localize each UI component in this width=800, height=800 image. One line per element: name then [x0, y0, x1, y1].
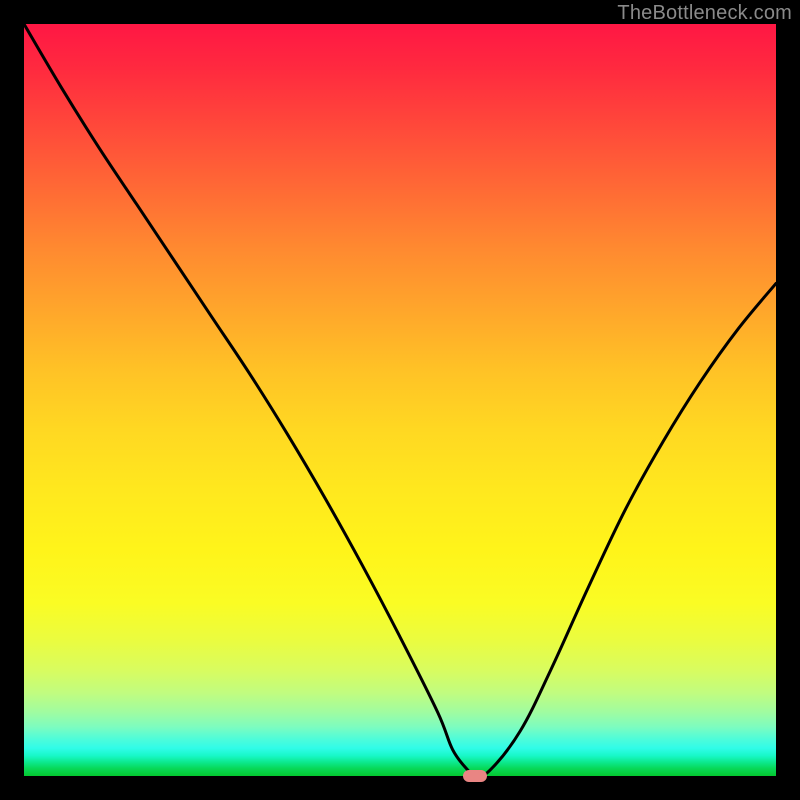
- chart-container: TheBottleneck.com: [0, 0, 800, 800]
- plot-gradient-background: [24, 24, 776, 776]
- watermark-text: TheBottleneck.com: [617, 2, 792, 25]
